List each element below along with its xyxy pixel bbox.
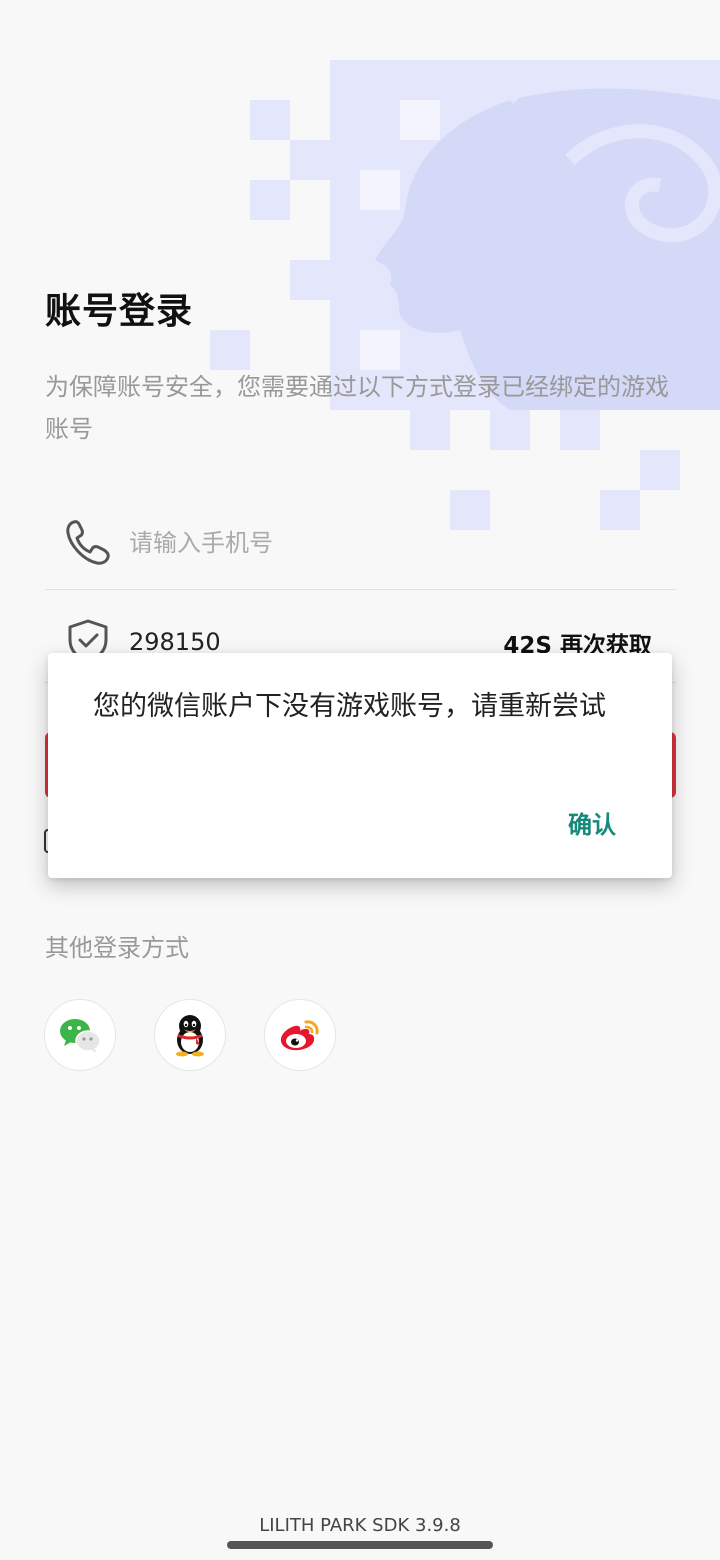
confirm-button[interactable]: 确认 — [568, 805, 616, 840]
sdk-version-label: LILITH PARK SDK 3.9.8 — [259, 1515, 461, 1536]
dialog-message: 您的微信账户下没有游戏账号，请重新尝试 — [93, 691, 606, 722]
alert-dialog: 您的微信账户下没有游戏账号，请重新尝试 确认 — [48, 653, 672, 878]
home-indicator[interactable] — [227, 1541, 493, 1549]
